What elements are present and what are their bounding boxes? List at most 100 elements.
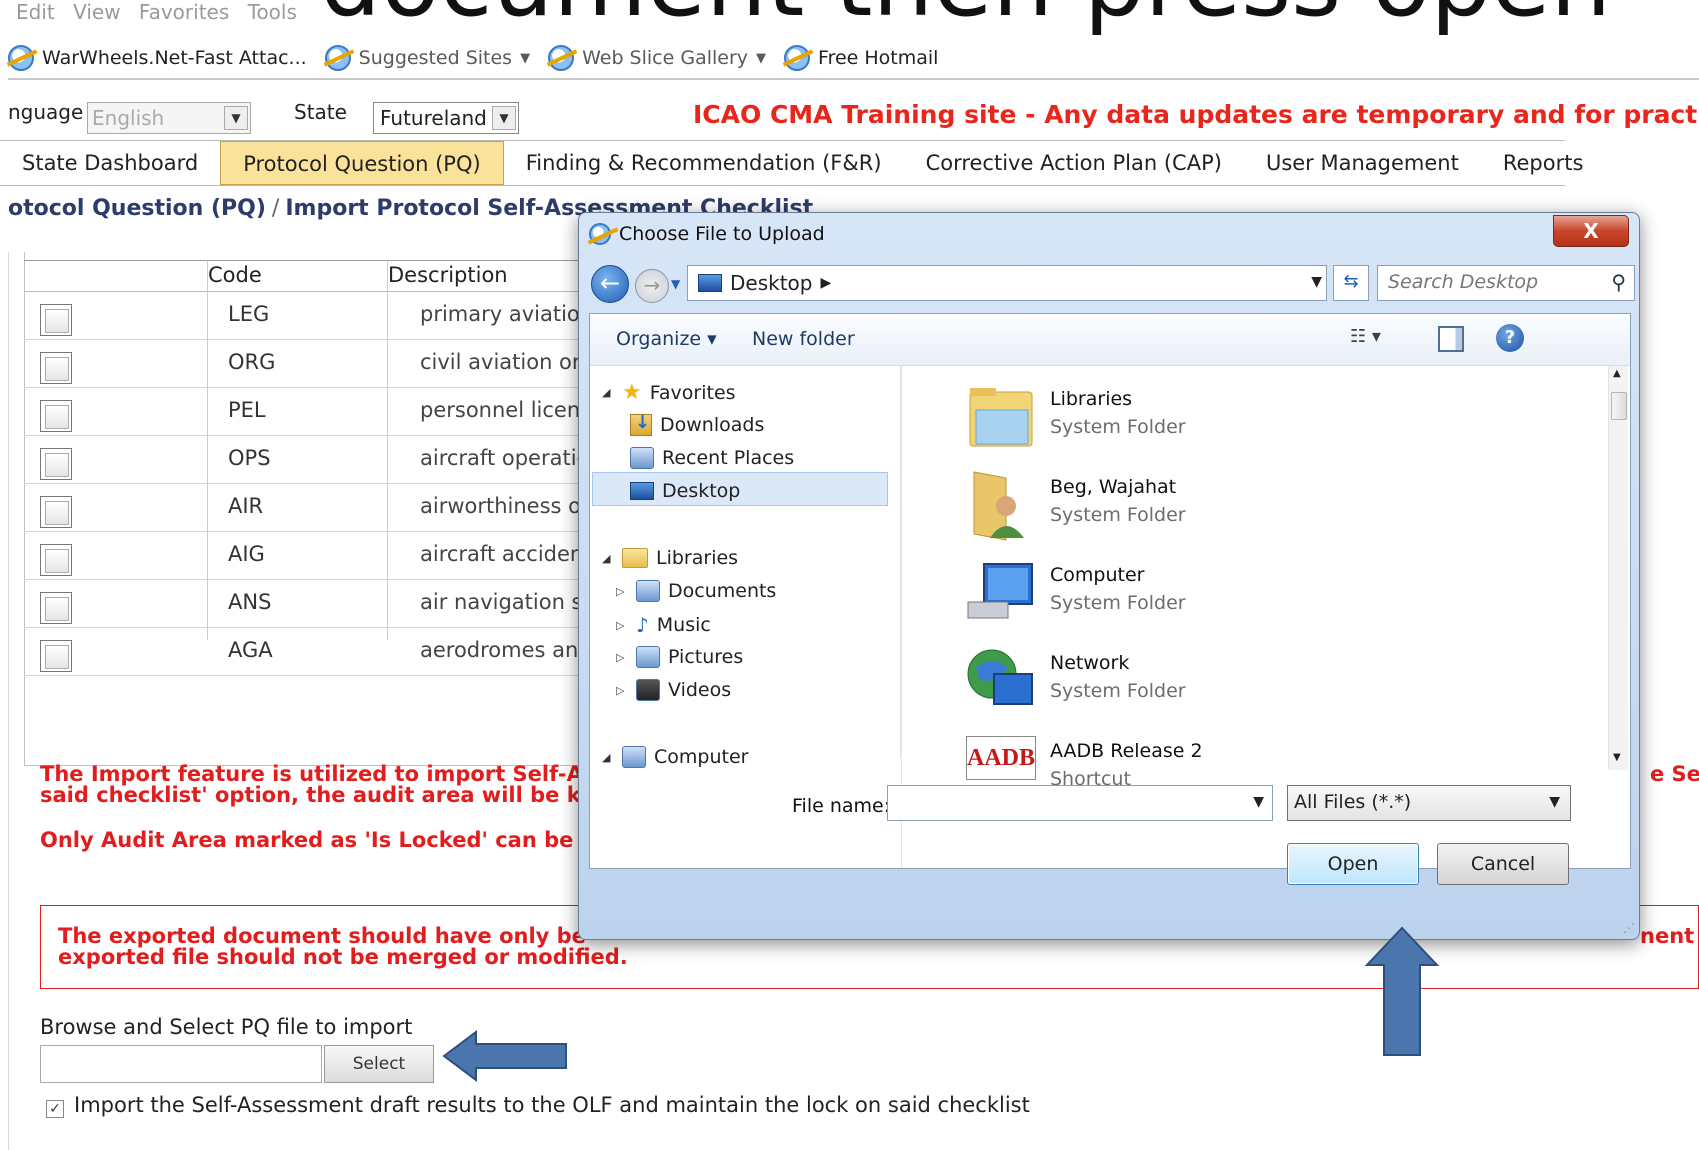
scroll-thumb[interactable] <box>1611 392 1627 420</box>
nav-item-pictures[interactable]: ▷ Pictures <box>616 646 743 668</box>
nav-item-recent-places[interactable]: Recent Places <box>630 447 794 469</box>
favorite-web-slice-gallery[interactable]: Web Slice Gallery ▼ <box>548 45 766 71</box>
main-tabs: State Dashboard Protocol Question (PQ) F… <box>0 140 1583 186</box>
language-label: nguage <box>8 100 84 124</box>
nav-item-music[interactable]: ▷ ♪ Music <box>616 613 711 637</box>
search-input[interactable]: Search Desktop ⚲ <box>1377 265 1635 301</box>
row-description: aerodromes and <box>420 638 592 662</box>
nav-item-favorites[interactable]: ◢ ★ Favorites <box>602 380 736 405</box>
collapsed-arrow-icon[interactable]: ▷ <box>616 684 628 697</box>
nav-scrollbar[interactable]: ▲ ▼ <box>900 366 901 758</box>
view-options-icon[interactable]: ☷ ▾ <box>1350 326 1381 347</box>
documents-icon <box>636 580 660 602</box>
preview-pane-icon[interactable] <box>1438 326 1464 352</box>
nav-label: Downloads <box>660 414 765 436</box>
file-name-input[interactable]: ▼ <box>887 785 1273 821</box>
expanded-arrow-icon[interactable]: ◢ <box>602 552 614 565</box>
select-button[interactable]: Select <box>324 1045 434 1083</box>
collapsed-arrow-icon[interactable]: ▷ <box>616 619 628 632</box>
breadcrumb-arrow-icon[interactable]: ▶ <box>820 275 831 291</box>
choose-file-dialog: Choose File to Upload X ← → ▼ Desktop ▶ … <box>578 212 1640 940</box>
menu-edit[interactable]: Edit <box>16 0 55 22</box>
row-description: airworthiness of <box>420 494 589 518</box>
tab-corrective-action-plan[interactable]: Corrective Action Plan (CAP) <box>904 141 1244 185</box>
libraries-icon <box>622 548 648 568</box>
row-description: primary aviation <box>420 302 594 326</box>
tab-protocol-question[interactable]: Protocol Question (PQ) <box>220 141 504 185</box>
row-checkbox[interactable] <box>40 400 72 432</box>
open-button[interactable]: Open <box>1287 843 1419 885</box>
nav-label: Desktop <box>662 480 741 502</box>
downloads-icon <box>630 412 652 436</box>
chevron-down-icon: ▼ <box>492 106 516 130</box>
row-code: PEL <box>228 398 266 422</box>
tab-user-management[interactable]: User Management <box>1244 141 1481 185</box>
row-checkbox[interactable] <box>40 544 72 576</box>
language-select[interactable]: English ▼ <box>87 102 251 134</box>
row-checkbox[interactable] <box>40 496 72 528</box>
tab-finding-recommendation[interactable]: Finding & Recommendation (F&R) <box>504 141 904 185</box>
file-list-scrollbar[interactable]: ▲ ▼ <box>1608 366 1628 770</box>
refresh-icon[interactable]: ⇆ <box>1333 265 1369 301</box>
search-icon[interactable]: ⚲ <box>1611 270 1626 294</box>
import-draft-checkbox[interactable]: ✓ <box>46 1100 64 1118</box>
chevron-down-icon[interactable]: ▼ <box>1311 274 1322 290</box>
file-name: Libraries <box>1050 388 1133 410</box>
chevron-down-icon[interactable]: ▼ <box>1253 794 1264 810</box>
nav-item-desktop[interactable]: Desktop <box>630 480 740 502</box>
resize-grip-icon[interactable]: ⋰ <box>1623 921 1635 935</box>
back-arrow-icon[interactable]: ← <box>591 265 629 303</box>
help-icon[interactable]: ? <box>1496 324 1524 352</box>
row-code: OPS <box>228 446 271 470</box>
list-item-network[interactable]: Network System Folder <box>966 644 1526 724</box>
recent-places-icon <box>630 447 654 469</box>
address-bar[interactable]: Desktop ▶ ▼ <box>687 265 1327 301</box>
tab-reports[interactable]: Reports <box>1481 141 1606 185</box>
cancel-button[interactable]: Cancel <box>1437 843 1569 885</box>
file-name-label: File name: <box>792 795 891 817</box>
breadcrumb-parent[interactable]: otocol Question (PQ) <box>8 196 266 221</box>
organize-button[interactable]: Organize ▾ <box>616 328 717 350</box>
nav-item-libraries[interactable]: ◢ Libraries <box>602 547 738 569</box>
list-item-libraries[interactable]: Libraries System Folder <box>966 380 1526 460</box>
list-item-computer[interactable]: Computer System Folder <box>966 556 1526 636</box>
menu-tools[interactable]: Tools <box>248 0 297 22</box>
collapsed-arrow-icon[interactable]: ▷ <box>616 651 628 664</box>
pq-file-input[interactable] <box>40 1045 322 1083</box>
row-checkbox[interactable] <box>40 304 72 336</box>
organize-label: Organize <box>616 328 702 350</box>
collapsed-arrow-icon[interactable]: ▷ <box>616 585 628 598</box>
file-type: System Folder <box>1050 504 1186 526</box>
expanded-arrow-icon[interactable]: ◢ <box>602 386 614 399</box>
nav-item-videos[interactable]: ▷ Videos <box>616 679 731 701</box>
scroll-down-icon[interactable]: ▼ <box>1613 752 1621 763</box>
file-type-filter[interactable]: All Files (*.*) ▼ <box>1287 785 1571 821</box>
favorite-label: Free Hotmail <box>818 47 939 69</box>
history-dropdown-icon[interactable]: ▼ <box>671 277 680 291</box>
new-folder-button[interactable]: New folder <box>752 328 855 350</box>
state-value: Futureland <box>380 106 487 130</box>
menu-view[interactable]: View <box>73 0 120 22</box>
menu-favorites[interactable]: Favorites <box>139 0 229 22</box>
nav-item-computer[interactable]: ◢ Computer <box>602 746 748 768</box>
scroll-up-icon[interactable]: ▲ <box>1613 368 1621 379</box>
computer-icon <box>622 746 646 768</box>
nav-label: Documents <box>668 580 777 602</box>
favorite-warwheels[interactable]: WarWheels.Net-Fast Attac... <box>8 45 307 71</box>
row-checkbox[interactable] <box>40 640 72 672</box>
row-checkbox[interactable] <box>40 352 72 384</box>
favorite-free-hotmail[interactable]: Free Hotmail <box>784 45 938 71</box>
list-item-user-folder[interactable]: Beg, Wajahat System Folder <box>966 468 1526 548</box>
close-icon[interactable]: X <box>1553 215 1629 247</box>
favorite-suggested-sites[interactable]: Suggested Sites ▼ <box>324 45 530 71</box>
nav-item-documents[interactable]: ▷ Documents <box>616 580 776 602</box>
computer-icon <box>967 563 1033 619</box>
state-select[interactable]: Futureland ▼ <box>373 102 519 134</box>
nav-item-downloads[interactable]: Downloads <box>630 412 765 436</box>
row-checkbox[interactable] <box>40 448 72 480</box>
forward-arrow-icon[interactable]: → <box>635 269 669 303</box>
row-checkbox[interactable] <box>40 592 72 624</box>
expanded-arrow-icon[interactable]: ◢ <box>602 751 614 764</box>
tab-state-dashboard[interactable]: State Dashboard <box>0 141 220 185</box>
up-arrow-annotation-icon <box>1364 926 1440 1056</box>
